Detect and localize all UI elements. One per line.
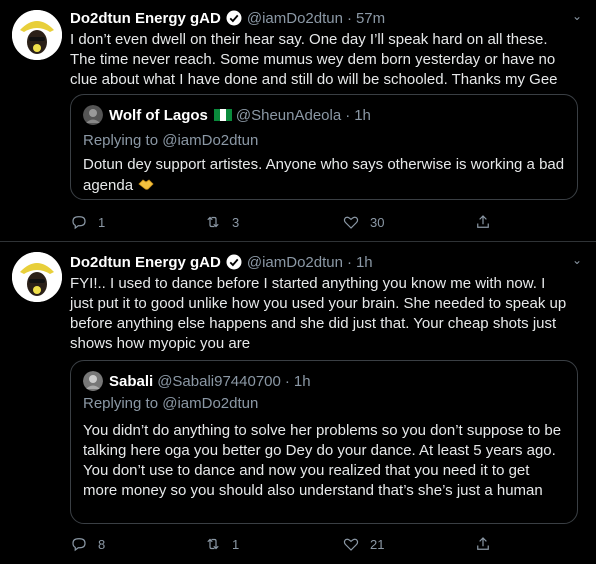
- quoted-author-handle: @SheunAdeola: [235, 106, 342, 124]
- like-button[interactable]: 21: [342, 534, 384, 554]
- reply-icon: [72, 216, 86, 230]
- retweet-button[interactable]: 1: [204, 534, 239, 554]
- timestamp[interactable]: 57m: [356, 10, 385, 27]
- avatar[interactable]: [12, 252, 62, 302]
- tweet-actions: 1 3 30: [70, 212, 490, 232]
- tweet[interactable]: Do2dtun Energy gAD @iamDo2dtun · 1h ⌄ FY…: [0, 242, 596, 564]
- reply-button[interactable]: 1: [70, 212, 105, 232]
- avatar[interactable]: [12, 10, 62, 60]
- avatar-image: [12, 252, 62, 302]
- separator: ·: [284, 372, 290, 390]
- reply-icon: [72, 538, 86, 552]
- avatar-image: [12, 10, 62, 60]
- verified-badge-icon: [226, 254, 242, 270]
- separator: ·: [345, 106, 351, 124]
- tweet-actions: 8 1 21: [70, 534, 490, 554]
- like-count: 21: [370, 536, 385, 552]
- nigeria-flag-icon: [213, 109, 232, 121]
- replying-to-prefix: Replying to: [83, 132, 159, 149]
- author-name[interactable]: Do2dtun Energy gAD: [70, 254, 221, 271]
- reply-count: 8: [98, 536, 106, 552]
- replying-to: Replying to @iamDo2dtun: [83, 395, 258, 412]
- quoted-tweet-text: You didn’t do anything to solve her prob…: [83, 422, 562, 499]
- quoted-timestamp: 1h: [354, 106, 371, 124]
- tweet[interactable]: Do2dtun Energy gAD @iamDo2dtun · 57m ⌄ I…: [0, 0, 596, 242]
- replying-to-handle[interactable]: @iamDo2dtun: [162, 395, 258, 412]
- author-handle[interactable]: @iamDo2dtun: [247, 10, 343, 27]
- quoted-author-handle: @Sabali97440700: [157, 372, 281, 390]
- reply-button[interactable]: 8: [70, 534, 105, 554]
- tweet-text: I don’t even dwell on their hear say. On…: [70, 31, 558, 88]
- retweet-button[interactable]: 3: [204, 212, 239, 232]
- verified-badge-icon: [226, 10, 242, 26]
- share-icon: [477, 215, 489, 228]
- handshake-emoji-icon: [138, 179, 154, 190]
- quoted-avatar: [83, 105, 103, 125]
- tweet-header: Do2dtun Energy gAD @iamDo2dtun · 1h: [70, 252, 373, 272]
- tweet-header: Do2dtun Energy gAD @iamDo2dtun · 57m: [70, 8, 385, 28]
- quoted-author-name: Wolf of Lagos: [109, 106, 208, 124]
- heart-icon: [343, 216, 359, 229]
- chevron-down-icon[interactable]: ⌄: [572, 253, 582, 267]
- author-name[interactable]: Do2dtun Energy gAD: [70, 10, 221, 27]
- tweet-text: FYI!.. I used to dance before I started …: [70, 275, 567, 352]
- share-icon: [477, 537, 489, 550]
- retweet-icon: [207, 538, 219, 550]
- reply-count: 1: [98, 214, 106, 230]
- retweet-icon: [207, 216, 219, 228]
- retweet-count: 3: [232, 214, 240, 230]
- quoted-tweet-header: Sabali @Sabali97440700 · 1h: [83, 371, 311, 391]
- quoted-tweet-header: Wolf of Lagos @SheunAdeola · 1h: [83, 105, 371, 125]
- quoted-timestamp: 1h: [293, 372, 311, 390]
- quoted-tweet[interactable]: Wolf of Lagos @SheunAdeola · 1h Replying…: [70, 94, 578, 200]
- author-handle[interactable]: @iamDo2dtun: [247, 254, 343, 271]
- like-button[interactable]: 30: [342, 212, 384, 232]
- share-button[interactable]: [474, 534, 492, 554]
- quoted-tweet-text: Dotun dey support artistes. Anyone who s…: [83, 155, 567, 196]
- separator: ·: [346, 9, 352, 27]
- retweet-count: 1: [232, 536, 240, 552]
- chevron-down-icon[interactable]: ⌄: [572, 9, 582, 23]
- replying-to-handle[interactable]: @iamDo2dtun: [162, 132, 258, 149]
- quoted-avatar: [83, 371, 103, 391]
- quoted-tweet[interactable]: Sabali @Sabali97440700 · 1h Replying to …: [70, 360, 578, 524]
- share-button[interactable]: [474, 212, 492, 232]
- like-count: 30: [370, 214, 385, 230]
- quoted-author-name: Sabali: [109, 372, 154, 390]
- timestamp[interactable]: 1h: [356, 254, 373, 271]
- heart-icon: [343, 538, 359, 551]
- replying-to: Replying to @iamDo2dtun: [83, 132, 258, 149]
- separator: ·: [346, 253, 352, 271]
- replying-to-prefix: Replying to: [83, 395, 159, 412]
